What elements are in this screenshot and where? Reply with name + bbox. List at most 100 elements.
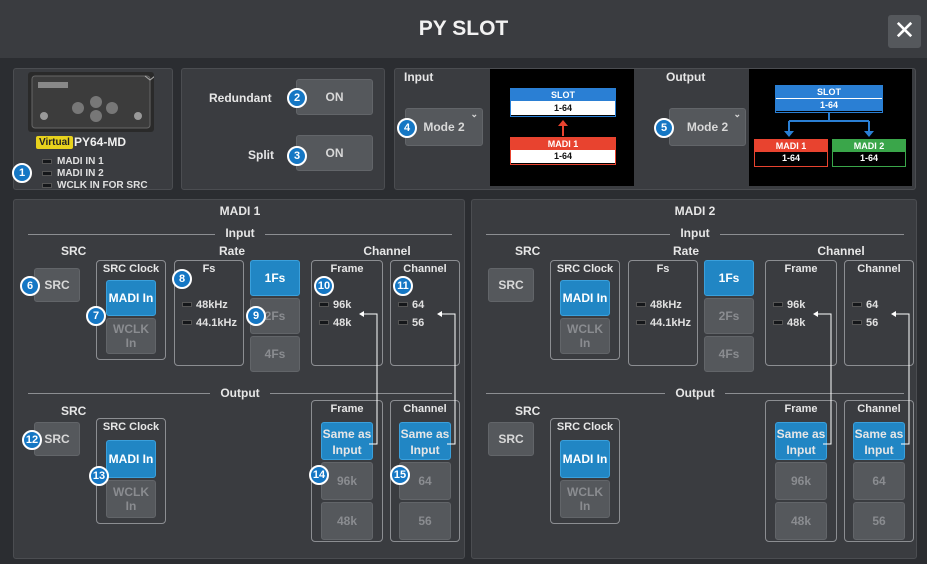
output-wclk-in-button[interactable]: WCLK In bbox=[560, 480, 610, 518]
ch-64-label: 64 bbox=[412, 299, 425, 311]
frame-96-led bbox=[319, 302, 329, 307]
output-frame-96-button[interactable]: 96k bbox=[321, 462, 373, 500]
ch-56-led bbox=[852, 320, 862, 325]
frame-box bbox=[765, 260, 837, 366]
frame-label: Frame bbox=[784, 263, 818, 275]
callout-badge: 14 bbox=[309, 465, 329, 485]
madi-2-panel: MADI 2 Input SRC Rate Channel SRC SRC Clock MAD… bbox=[471, 199, 917, 559]
ch-64-label: 64 bbox=[866, 299, 879, 311]
output-channel-same-button[interactable] bbox=[399, 422, 451, 460]
input-mode-label: Input bbox=[404, 70, 434, 84]
output-frame-same-button[interactable] bbox=[321, 422, 373, 460]
output-madi1-label: MADI 1 bbox=[755, 140, 827, 152]
input-routing-diagram: SLOT 1-64 MADI 1 1-64 bbox=[490, 69, 634, 186]
src-clock-label: SRC Clock bbox=[556, 263, 614, 275]
output-madi2-box: MADI 2 1-64 bbox=[832, 139, 906, 167]
close-button[interactable]: ✕ bbox=[888, 15, 921, 48]
output-channel-56-button[interactable]: 56 bbox=[399, 502, 451, 540]
wclk-in-button[interactable]: WCLK In bbox=[106, 318, 156, 354]
output-madi-in-button[interactable]: MADI In bbox=[560, 440, 610, 478]
output-frame-same-button[interactable] bbox=[775, 422, 827, 460]
output-frame-48-button[interactable]: 48k bbox=[775, 502, 827, 540]
callout-badge: 8 bbox=[172, 269, 192, 289]
input-slot-range: 1-64 bbox=[511, 101, 615, 115]
input-madi1-box: MADI 1 1-64 bbox=[510, 137, 616, 165]
input-src-button[interactable]: SRC bbox=[34, 268, 80, 302]
madi-in-1-led bbox=[42, 159, 52, 164]
output-frame-96-button[interactable]: 96k bbox=[775, 462, 827, 500]
wclk-in-button[interactable]: WCLK In bbox=[560, 318, 610, 354]
output-frame-48-button[interactable]: 48k bbox=[321, 502, 373, 540]
fs-1fs-button[interactable]: 1Fs bbox=[704, 260, 754, 296]
split-button[interactable]: ON bbox=[296, 135, 373, 171]
chevron-down-icon: ⌄ bbox=[733, 109, 741, 119]
fs-4fs-button[interactable]: 4Fs bbox=[704, 336, 754, 372]
madi-in-button[interactable]: MADI In bbox=[560, 280, 610, 316]
frame-48-label: 48k bbox=[333, 317, 352, 329]
output-src-button[interactable]: SRC bbox=[488, 422, 534, 456]
output-src-clock-label: SRC Clock bbox=[102, 421, 160, 433]
ch-64-led bbox=[852, 302, 862, 307]
callout-badge: 3 bbox=[287, 146, 307, 166]
output-src-header: SRC bbox=[61, 404, 87, 418]
fs-box bbox=[628, 260, 698, 366]
frame-48-label: 48k bbox=[787, 317, 806, 329]
callout-badge: 11 bbox=[393, 276, 413, 296]
frame-96-label: 96k bbox=[787, 299, 806, 311]
card-model: PY64-MD bbox=[74, 135, 127, 149]
output-wclk-in-button[interactable]: WCLK In bbox=[106, 480, 156, 518]
fs-1fs-button[interactable]: 1Fs bbox=[250, 260, 300, 296]
callout-badge: 15 bbox=[390, 465, 410, 485]
fs-48-label: 48kHz bbox=[650, 299, 682, 311]
fs-2fs-button[interactable]: 2Fs bbox=[704, 298, 754, 334]
output-channel-64-button[interactable]: 64 bbox=[853, 462, 905, 500]
output-channel-label: Channel bbox=[857, 403, 901, 415]
madi-title: MADI 1 bbox=[219, 204, 261, 218]
input-src-button[interactable]: SRC bbox=[488, 268, 534, 302]
madi-in-button[interactable]: MADI In bbox=[106, 280, 156, 316]
redundant-button[interactable]: ON bbox=[296, 79, 373, 115]
input-arrow-up-icon bbox=[558, 120, 568, 136]
fs-4fs-button[interactable]: 4Fs bbox=[250, 336, 300, 372]
input-header: Input bbox=[215, 226, 265, 240]
callout-badge: 1 bbox=[12, 163, 32, 183]
output-src-header: SRC bbox=[515, 404, 541, 418]
fs-48-led bbox=[182, 302, 192, 307]
callout-badge: 4 bbox=[397, 118, 417, 138]
callout-badge: 9 bbox=[246, 306, 266, 326]
output-src-clock-label: SRC Clock bbox=[556, 421, 614, 433]
output-channel-label: Channel bbox=[403, 403, 447, 415]
redundant-label: Redundant bbox=[209, 91, 272, 105]
output-mode-button[interactable]: Mode 2 ⌄ bbox=[669, 108, 746, 146]
callout-badge: 2 bbox=[287, 88, 307, 108]
fs-44-led bbox=[182, 320, 192, 325]
ch-64-led bbox=[398, 302, 408, 307]
ch-56-label: 56 bbox=[412, 317, 425, 329]
output-madi-in-button[interactable]: MADI In bbox=[106, 440, 156, 478]
fs-48-led bbox=[636, 302, 646, 307]
output-channel-same-button[interactable] bbox=[853, 422, 905, 460]
output-madi2-range: 1-64 bbox=[833, 152, 905, 165]
output-mode-value: Mode 2 bbox=[686, 120, 729, 134]
fs-44-label: 44.1kHz bbox=[650, 317, 691, 329]
output-frame-label: Frame bbox=[784, 403, 818, 415]
fs-48-label: 48kHz bbox=[196, 299, 228, 311]
window-title: PY SLOT bbox=[418, 17, 509, 40]
frame-48-led bbox=[319, 320, 329, 325]
madi-1-panel: MADI 1 Input SRC Rate Channel SRC SRC Clock MAD… bbox=[13, 199, 465, 559]
output-split-arrows-icon bbox=[784, 113, 874, 137]
ch-56-led bbox=[398, 320, 408, 325]
output-routing-diagram: SLOT 1-64 MADI 1 1-64 MADI 2 1-64 bbox=[749, 69, 912, 186]
channel-box bbox=[844, 260, 914, 366]
frame-96-led bbox=[773, 302, 783, 307]
input-slot-box: SLOT 1-64 bbox=[510, 88, 616, 117]
chevron-down-icon: ⌄ bbox=[470, 109, 478, 119]
output-madi2-label: MADI 2 bbox=[833, 140, 905, 152]
frame-48-led bbox=[773, 320, 783, 325]
output-channel-56-button[interactable]: 56 bbox=[853, 502, 905, 540]
fs-44-label: 44.1kHz bbox=[196, 317, 237, 329]
output-madi1-range: 1-64 bbox=[755, 152, 827, 165]
close-icon: ✕ bbox=[893, 15, 916, 45]
card-picture bbox=[31, 75, 156, 129]
wclk-led bbox=[42, 183, 52, 188]
